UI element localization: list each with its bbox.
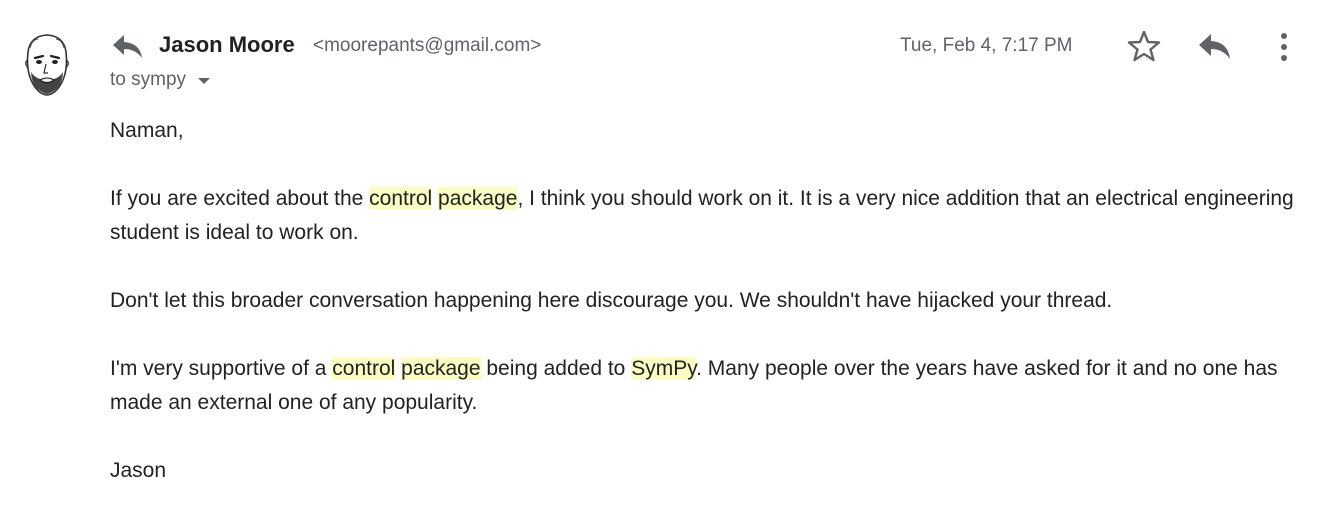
more-vert-icon (1281, 33, 1287, 61)
paragraph-2: Don't let this broader conversation happ… (110, 289, 1113, 312)
message-body: Naman, If you are excited about the cont… (110, 114, 1300, 522)
search-highlight: SymPy (631, 357, 697, 380)
search-highlight: control (369, 187, 433, 210)
paragraph-3: I'm very supportive of a control package… (110, 352, 1300, 420)
search-highlight: package (438, 187, 518, 210)
sender-name[interactable]: Jason Moore (159, 32, 295, 58)
more-options-button[interactable] (1272, 31, 1296, 63)
reply-button[interactable] (1196, 31, 1232, 61)
avatar[interactable] (18, 30, 76, 100)
chevron-down-icon[interactable] (196, 76, 212, 86)
timestamp: Tue, Feb 4, 7:17 PM (900, 35, 1073, 56)
sender-email: <moorepants@gmail.com> (313, 35, 542, 56)
text: If you are excited about the (110, 187, 370, 210)
text: being added to (480, 357, 632, 380)
search-highlight: package (401, 357, 481, 380)
greeting: Naman, (110, 119, 184, 142)
star-icon (1127, 30, 1161, 62)
avatar-sketch-icon (25, 34, 69, 96)
search-highlight: control (332, 357, 396, 380)
recipient-label: to sympy (110, 69, 187, 90)
paragraph-1: If you are excited about the control pac… (110, 182, 1300, 250)
text: I'm very supportive of a (110, 357, 333, 380)
reply-icon (1199, 34, 1230, 59)
recipient-line[interactable]: to sympy (110, 69, 212, 91)
signature: Jason (110, 459, 167, 482)
star-button[interactable] (1127, 29, 1161, 63)
reply-indicator-icon (110, 33, 144, 59)
